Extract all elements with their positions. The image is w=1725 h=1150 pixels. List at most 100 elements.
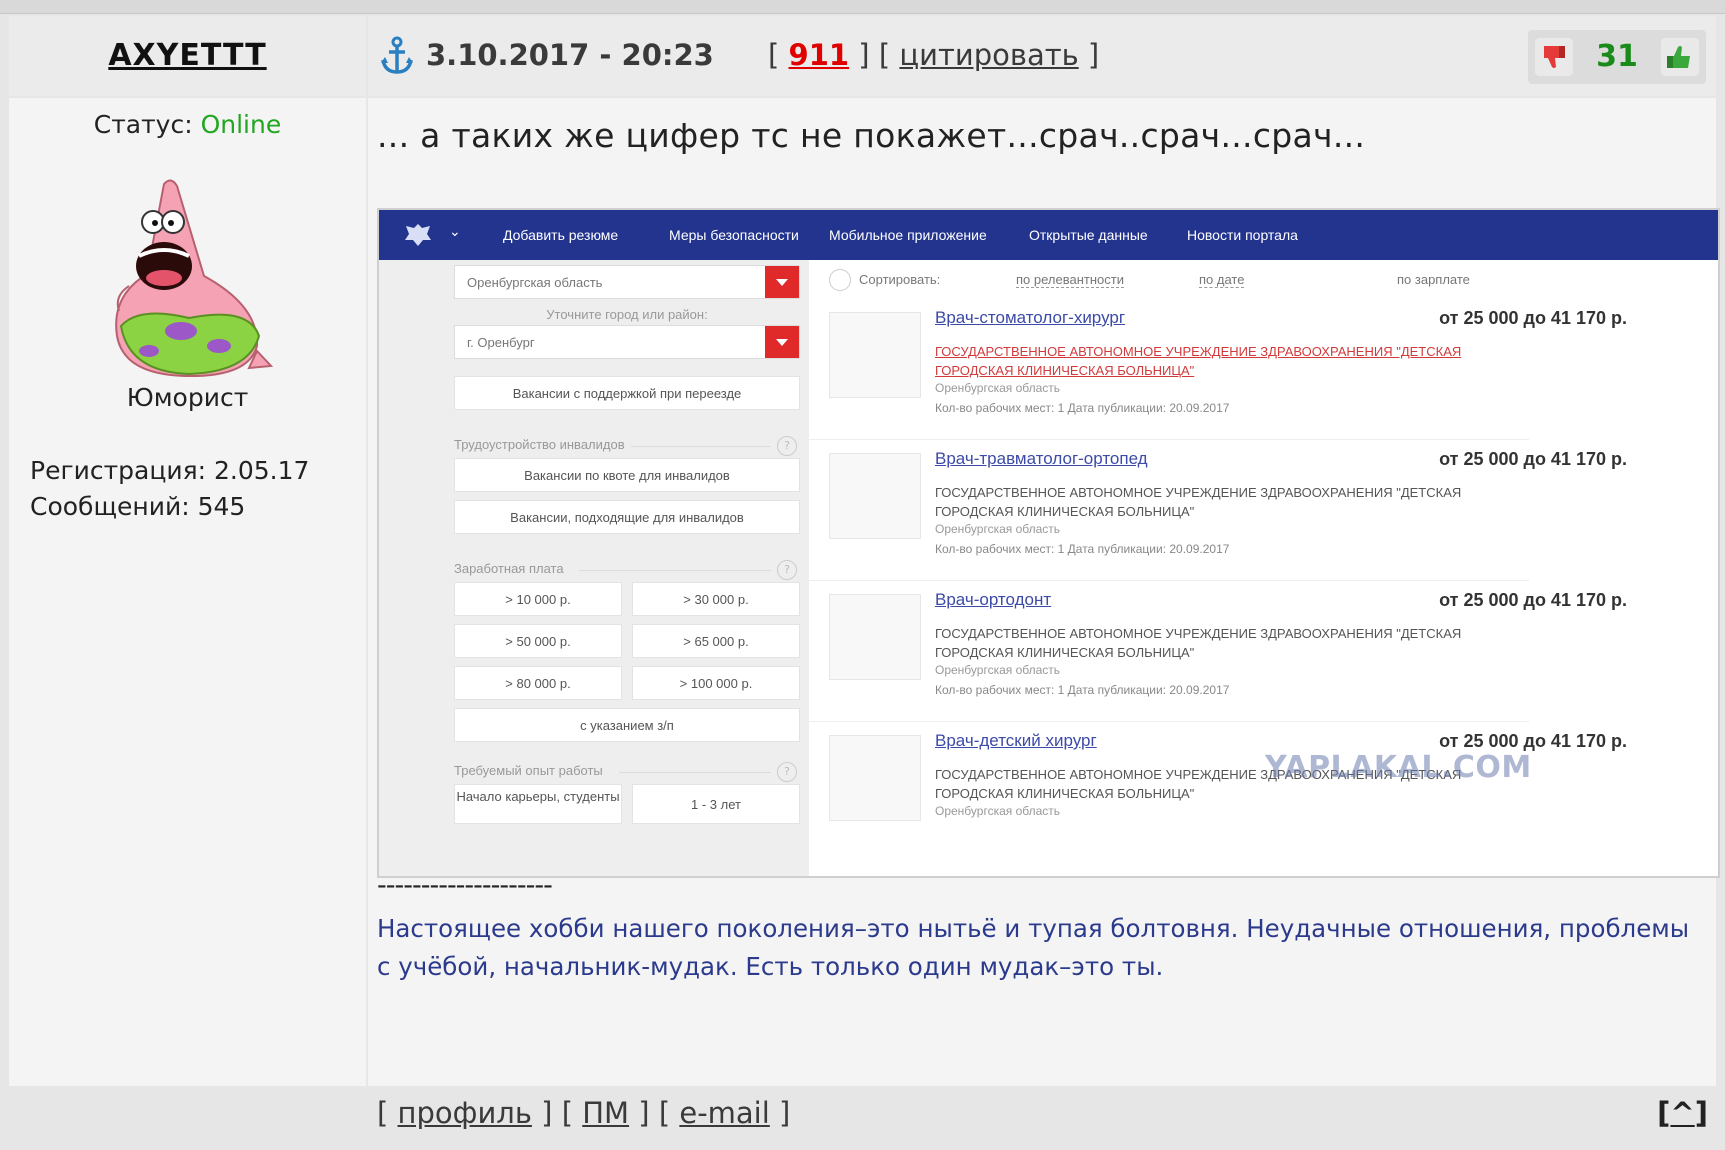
vacancy-meta: Кол-во рабочих мест: 1 Дата публикации: …	[935, 542, 1230, 556]
divider	[809, 439, 1529, 440]
thumbs-down-button[interactable]	[1535, 38, 1573, 76]
post-body: ... а таких же цифер тс не покажет...сра…	[368, 98, 1720, 1086]
post-text: ... а таких же цифер тс не покажет...сра…	[377, 116, 1366, 155]
salary-option[interactable]: > 65 000 р.	[632, 624, 800, 658]
experience-option[interactable]: Начало карьеры, студенты	[454, 784, 622, 824]
vacancy-salary: от 25 000 до 41 170 р.	[1439, 449, 1627, 469]
thumbs-down-icon	[1535, 38, 1573, 76]
user-rank: Юморист	[126, 383, 249, 412]
employer-name[interactable]: ГОСУДАРСТВЕННОЕ АВТОНОМНОЕ УЧРЕЖДЕНИЕ ЗД…	[935, 342, 1495, 380]
nav-item-add-resume[interactable]: Добавить резюме	[503, 227, 618, 243]
city-value: г. Оренбург	[467, 335, 535, 350]
author-nickname[interactable]: AXYETTT	[9, 38, 366, 73]
experience-caption: Требуемый опыт работы	[454, 763, 603, 778]
nav-item-safety[interactable]: Меры безопасности	[669, 227, 799, 243]
divider	[809, 580, 1529, 581]
nav-item-mobile-app[interactable]: Мобильное приложение	[829, 227, 987, 243]
employer-logo	[829, 312, 921, 398]
top-strip	[0, 0, 1725, 14]
quota-button[interactable]: Вакансии по квоте для инвалидов	[454, 458, 800, 492]
thumbs-up-icon	[1661, 38, 1699, 76]
footer-links: [ профиль ] [ ПМ ] [ e-mail ]	[377, 1096, 791, 1130]
sort-date[interactable]: по дате	[1199, 272, 1245, 288]
divider	[631, 446, 771, 447]
help-icon[interactable]: ?	[777, 560, 797, 580]
region-select[interactable]: Оренбургская область	[454, 265, 800, 299]
experience-option[interactable]: 1 - 3 лет	[632, 784, 800, 824]
vacancy-item: Врач-травматолог-ортопед от 25 000 до 41…	[809, 443, 1718, 583]
disabled-caption: Трудоустройство инвалидов	[454, 437, 625, 452]
vacancy-title[interactable]: Врач-стоматолог-хирург	[935, 308, 1125, 328]
employer-name: ГОСУДАРСТВЕННОЕ АВТОНОМНОЕ УЧРЕЖДЕНИЕ ЗД…	[935, 626, 1462, 660]
to-top-link[interactable]: ^	[1670, 1096, 1694, 1130]
embedded-filter-panel: Оренбургская область Уточните город или …	[379, 260, 809, 876]
embedded-results: Сортировать: по релевантности по дате по…	[809, 260, 1718, 876]
vacancy-item: Врач-стоматолог-хирург от 25 000 до 41 1…	[809, 302, 1718, 442]
vacancy-title[interactable]: Врач-детский хирург	[935, 731, 1097, 751]
anchor-icon[interactable]	[379, 36, 415, 76]
salary-option[interactable]: > 100 000 р.	[632, 666, 800, 700]
vacancy-title[interactable]: Врач-ортодонт	[935, 590, 1051, 610]
vacancy-region: Оренбургская область	[935, 381, 1061, 395]
watermark: YAPLAKAL.COM	[1265, 750, 1532, 785]
divider	[809, 721, 1529, 722]
dropdown-arrow-icon[interactable]	[765, 266, 799, 298]
vacancy-salary: от 25 000 до 41 170 р.	[1439, 308, 1627, 328]
employer-logo	[829, 735, 921, 821]
vacancy-meta: Кол-во рабочих мест: 1 Дата публикации: …	[935, 683, 1230, 697]
employer-name: ГОСУДАРСТВЕННОЕ АВТОНОМНОЕ УЧРЕЖДЕНИЕ ЗД…	[935, 485, 1462, 519]
signature-divider: --------------------	[377, 870, 553, 901]
chevron-down-icon[interactable]: ⌄	[449, 224, 461, 240]
city-caption: Уточните город или район:	[546, 307, 708, 322]
thumbs-up-button[interactable]	[1661, 38, 1699, 76]
footer-left	[9, 1088, 366, 1142]
vacancy-region: Оренбургская область	[935, 663, 1061, 677]
quote-link[interactable]: цитировать	[899, 38, 1078, 72]
embedded-navbar: ⌄ Добавить резюме Меры безопасности Моби…	[379, 210, 1718, 260]
post-number-group: [ 911 ] [ цитировать ]	[768, 38, 1100, 72]
vacancy-meta: Кол-во рабочих мест: 1 Дата публикации: …	[935, 401, 1230, 415]
profile-link[interactable]: профиль	[398, 1096, 532, 1130]
status-label: Статус:	[93, 110, 193, 139]
employer-logo	[829, 594, 921, 680]
help-icon[interactable]: ?	[777, 762, 797, 782]
user-stats: Регистрация: 2.05.17 Сообщений: 545	[30, 453, 309, 525]
vacancy-salary: от 25 000 до 41 170 р.	[1439, 731, 1627, 751]
sort-salary[interactable]: по зарплате	[1397, 272, 1470, 287]
help-icon[interactable]	[829, 269, 851, 291]
vacancy-region: Оренбургская область	[935, 522, 1061, 536]
forum-post-frame: AXYETTT 3.10.2017 - 20:23 [ 911 ] [ цити…	[0, 0, 1725, 1150]
post-datetime: 3.10.2017 - 20:23	[426, 38, 714, 72]
dropdown-arrow-icon[interactable]	[765, 326, 799, 358]
user-status: Статус: Online	[9, 110, 366, 139]
email-link[interactable]: e-mail	[679, 1096, 769, 1130]
with-salary-button[interactable]: с указанием з/п	[454, 708, 800, 742]
sort-relevance[interactable]: по релевантности	[1016, 272, 1124, 288]
salary-option[interactable]: > 80 000 р.	[454, 666, 622, 700]
embedded-screenshot[interactable]: ⌄ Добавить резюме Меры безопасности Моби…	[377, 208, 1720, 878]
suitable-button[interactable]: Вакансии, подходящие для инвалидов	[454, 500, 800, 534]
pm-link[interactable]: ПМ	[582, 1096, 629, 1130]
salary-option[interactable]: > 50 000 р.	[454, 624, 622, 658]
rating-box: 31	[1528, 30, 1706, 84]
salary-option[interactable]: > 30 000 р.	[632, 582, 800, 616]
status-online: Online	[200, 110, 282, 139]
nav-item-news[interactable]: Новости портала	[1187, 227, 1298, 243]
employer-logo	[829, 453, 921, 539]
relocation-button[interactable]: Вакансии с поддержкой при переезде	[454, 376, 800, 410]
region-value: Оренбургская область	[467, 275, 603, 290]
avatar[interactable]	[109, 176, 274, 381]
vacancy-title[interactable]: Врач-травматолог-ортопед	[935, 449, 1148, 469]
divider	[579, 570, 771, 571]
signature: Настоящее хобби нашего поколения–это ныт…	[377, 914, 1690, 981]
rating-score: 31	[1596, 39, 1638, 74]
scroll-to-top-button[interactable]: [^]	[1657, 1096, 1708, 1130]
salary-option[interactable]: > 10 000 р.	[454, 582, 622, 616]
post-number-link[interactable]: 911	[789, 38, 850, 72]
help-icon[interactable]: ?	[777, 436, 797, 456]
nav-item-open-data[interactable]: Открытые данные	[1029, 227, 1148, 243]
author-panel: Статус: Online Юморист Регистрация: 2.05…	[9, 98, 366, 1086]
city-select[interactable]: г. Оренбург	[454, 325, 800, 359]
salary-caption: Заработная плата	[454, 561, 564, 576]
divider	[619, 772, 771, 773]
